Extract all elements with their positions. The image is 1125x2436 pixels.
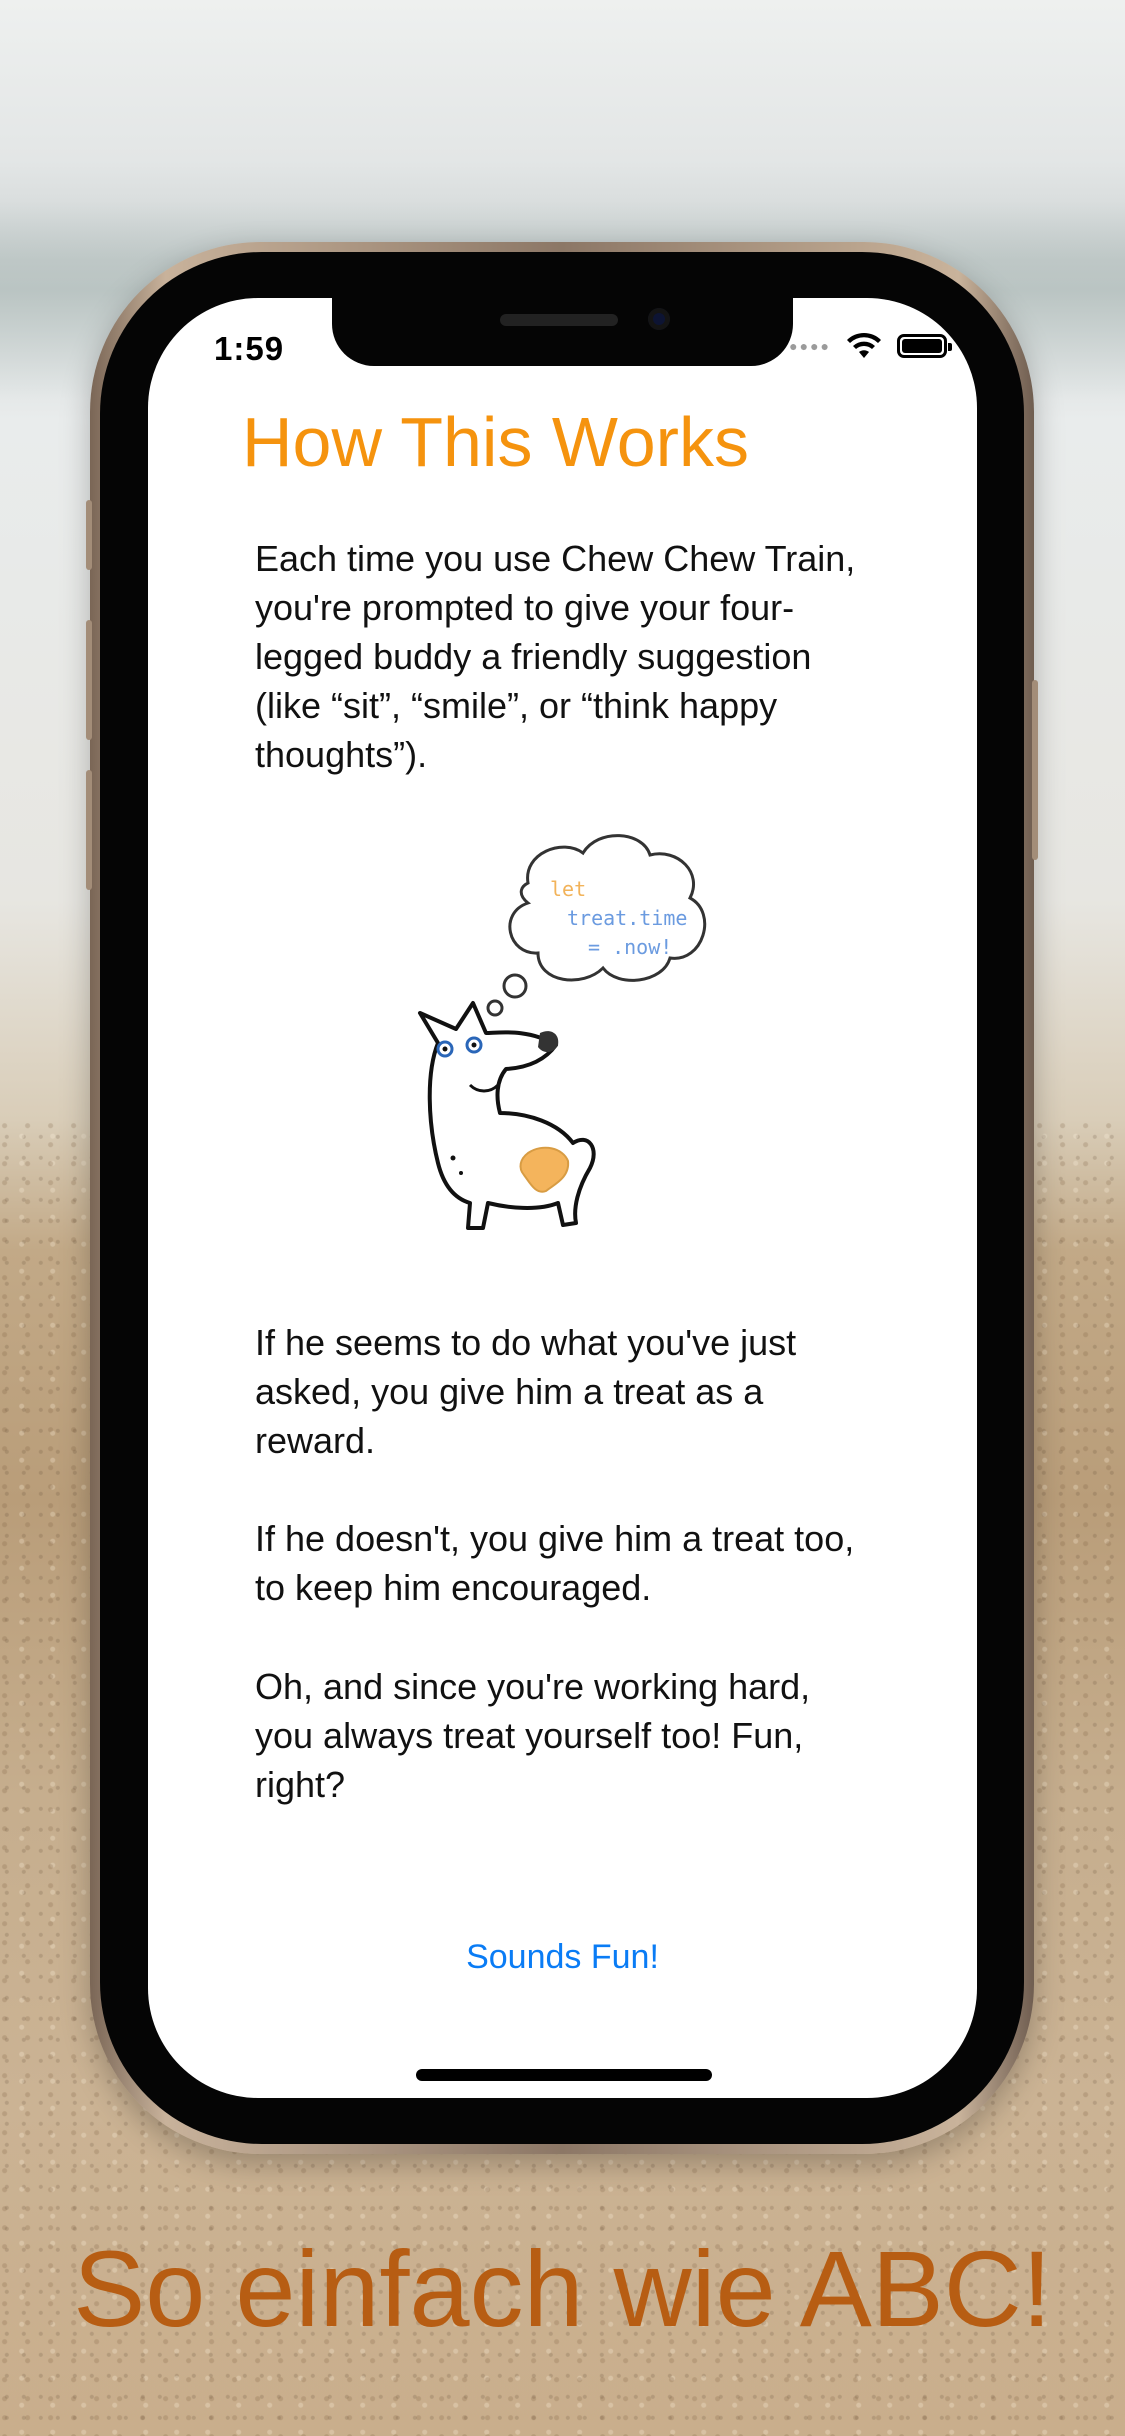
signal-dots-icon: ●●●● — [789, 338, 831, 354]
intro-paragraph: Each time you use Chew Chew Train, you'r… — [255, 538, 856, 775]
dog-thought-illustration: let treat.time = .now! — [418, 834, 707, 1230]
code-line-2: treat.time — [567, 906, 687, 930]
status-icons: ●●●● — [789, 332, 952, 360]
phone-volume-down — [86, 770, 92, 890]
treat-if-no-paragraph: If he doesn't, you give him a treat too,… — [255, 1518, 855, 1608]
status-time: 1:59 — [214, 330, 285, 367]
dog-drawing — [418, 1001, 596, 1230]
home-indicator[interactable] — [416, 2069, 712, 2081]
front-camera — [648, 308, 670, 330]
battery-level — [902, 339, 942, 353]
speaker-grille — [500, 314, 618, 326]
page-title: How This Works — [242, 403, 749, 481]
sounds-fun-button[interactable]: Sounds Fun! — [148, 1938, 977, 1977]
phone-screen: 1:59 ●●●● How This Works Each time you u… — [148, 298, 977, 2098]
phone-volume-up — [86, 620, 92, 740]
code-keyword: let — [550, 877, 586, 901]
phone-power-button — [1032, 680, 1038, 860]
notch — [332, 298, 793, 366]
code-line-3: = .now! — [588, 935, 672, 959]
treat-if-yes-paragraph: If he seems to do what you've just asked… — [255, 1322, 797, 1461]
phone-silent-switch — [86, 500, 92, 570]
wifi-icon — [847, 332, 881, 358]
treat-yourself-paragraph: Oh, and since you're working hard, you a… — [255, 1666, 811, 1805]
battery-icon — [897, 334, 952, 358]
marketing-caption: So einfach wie ABC! — [73, 2228, 1052, 2349]
